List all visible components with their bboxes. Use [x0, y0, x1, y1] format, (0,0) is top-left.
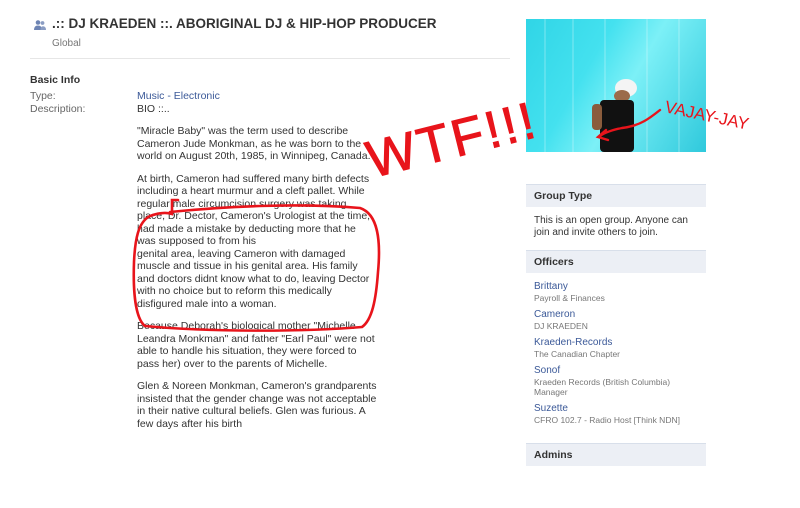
group-icon	[34, 20, 46, 30]
bio-text: "Miracle Baby" was the term used to desc…	[137, 125, 377, 440]
group-photo[interactable]	[526, 19, 706, 152]
group-type-text: This is an open group. Anyone can join a…	[534, 215, 688, 238]
officer-name-link[interactable]: Sonof	[534, 365, 698, 377]
group-network: Global	[52, 38, 81, 49]
admins-heading: Admins	[526, 444, 706, 466]
type-link[interactable]: Music - Electronic	[137, 90, 220, 102]
description-label: Description:	[30, 103, 86, 115]
bio-paragraph: Glen & Noreen Monkman, Cameron's grandpa…	[137, 380, 377, 392]
group-type-heading: Group Type	[526, 185, 706, 207]
officer-role: Kraeden Records (British Columbia) Manag…	[534, 377, 671, 397]
admins-box: Admins	[526, 443, 706, 466]
officer-role: DJ KRAEDEN	[534, 321, 588, 331]
officers-box: Officers Brittany Payroll & Finances Cam…	[526, 250, 706, 439]
person-figure	[592, 79, 637, 152]
bio-paragraph: genital area, leaving Cameron with damag…	[137, 247, 370, 310]
officer-name-link[interactable]: Suzette	[534, 403, 698, 415]
officer-name-link[interactable]: Kraeden-Records	[534, 337, 698, 349]
officer-role: The Canadian Chapter	[534, 349, 621, 359]
bio-paragraph: Because Deborah's biological mother "Mic…	[137, 320, 375, 370]
officer-name-link[interactable]: Cameron	[534, 309, 698, 321]
description-row: Description: BIO ::..	[30, 103, 510, 116]
group-type-box: Group Type This is an open group. Anyone…	[526, 184, 706, 247]
officers-list: Brittany Payroll & Finances Cameron DJ K…	[526, 273, 706, 439]
type-label: Type:	[30, 90, 56, 102]
basic-info-heading: Basic Info	[30, 74, 81, 86]
officer-role: Payroll & Finances	[534, 293, 605, 303]
bio-paragraph: "Miracle Baby" was the term used to desc…	[137, 125, 371, 162]
page-title: .:: DJ KRAEDEN ::. ABORIGINAL DJ & HIP-H…	[52, 16, 437, 31]
officer-item: Kraeden-Records The Canadian Chapter	[534, 337, 698, 359]
bio-paragraph: At birth, Cameron had suffered many birt…	[137, 172, 371, 248]
officer-item: Suzette CFRO 102.7 - Radio Host [Think N…	[534, 403, 698, 425]
bio-paragraph: insisted that the gender change was not …	[137, 392, 377, 430]
officers-heading: Officers	[526, 251, 706, 273]
description-value: BIO ::..	[137, 103, 170, 115]
officer-item: Sonof Kraeden Records (British Columbia)…	[534, 365, 698, 397]
officer-name-link[interactable]: Brittany	[534, 281, 698, 293]
officer-item: Brittany Payroll & Finances	[534, 281, 698, 303]
officer-item: Cameron DJ KRAEDEN	[534, 309, 698, 331]
header-divider	[30, 58, 510, 59]
type-row: Type: Music - Electronic	[30, 90, 510, 103]
officer-role: CFRO 102.7 - Radio Host [Think NDN]	[534, 415, 680, 425]
